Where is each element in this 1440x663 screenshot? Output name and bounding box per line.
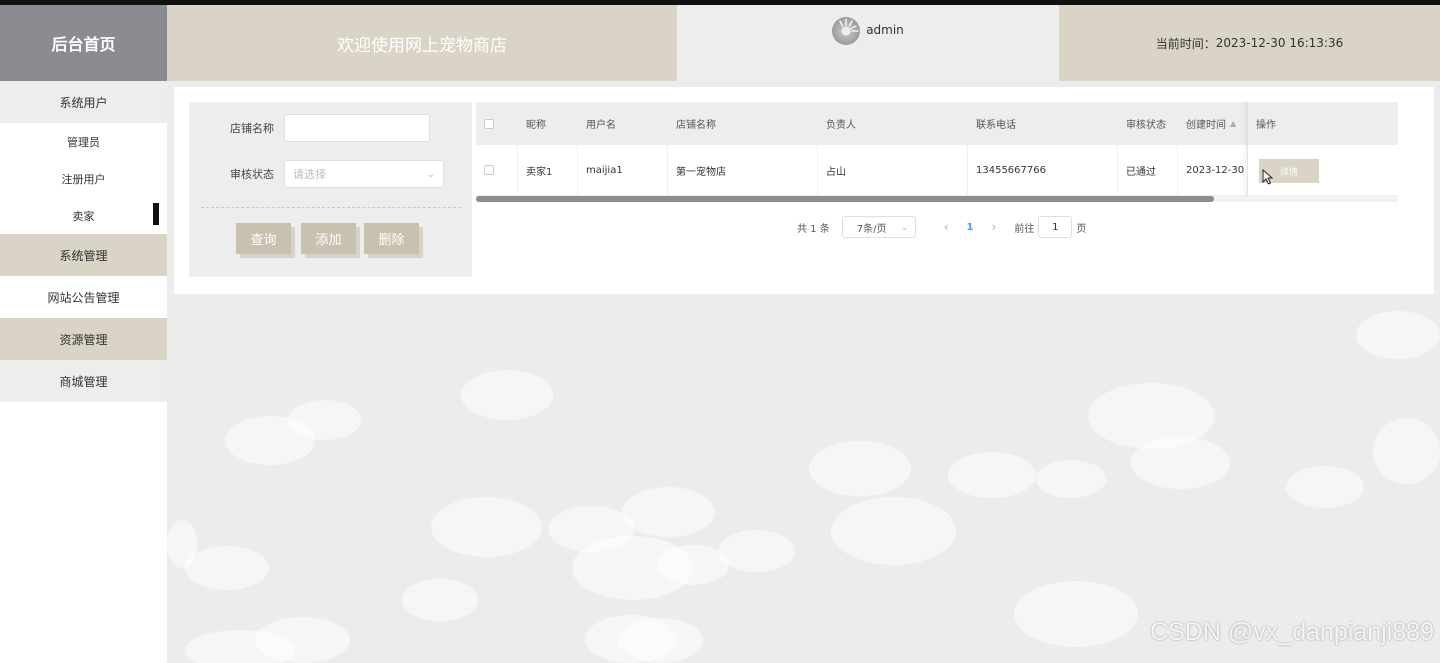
sidebar-group-system-management[interactable]: 系统管理 — [0, 234, 167, 276]
table-horizontal-scrollbar[interactable] — [476, 196, 1398, 202]
header-nickname: 昵称 — [526, 120, 546, 131]
sidebar-group-notice-management[interactable]: 网站公告管理 — [0, 276, 167, 318]
sidebar-item-admin[interactable]: 管理员 — [0, 123, 167, 160]
brand-home-title[interactable]: 后台首页 — [0, 5, 167, 81]
checkbox-icon[interactable] — [484, 165, 494, 175]
sidebar-item-seller[interactable]: 卖家 — [0, 197, 167, 234]
query-button[interactable]: 查询 — [236, 223, 291, 254]
chevron-down-icon: ⌄ — [900, 221, 909, 233]
sidebar-item-registered-users[interactable]: 注册用户 — [0, 160, 167, 197]
welcome-banner: 欢迎使用网上宠物商店 — [167, 5, 677, 81]
add-button[interactable]: 添加 — [301, 223, 356, 254]
header-shop-name: 店铺名称 — [676, 120, 716, 131]
watermark: CSDN @vx_danpianji889 — [1150, 618, 1434, 646]
pagination-total: 共 1 条 — [797, 223, 830, 235]
sidebar: 系统用户 管理员 注册用户 卖家 系统管理 网站公告管理 资源管理 商城管理 — [0, 81, 167, 663]
cell-nickname: 卖家1 — [518, 145, 578, 195]
mouse-cursor-icon — [1262, 169, 1274, 185]
page-size-value: 7条/页 — [856, 223, 887, 235]
time-value: 2023-12-30 16:13:36 — [1215, 36, 1344, 50]
header-created-time[interactable]: 创建时间 ▲︎ — [1178, 102, 1248, 145]
cell-status: 已通过 — [1118, 145, 1178, 195]
status-label: 审核状态 — [230, 168, 274, 181]
page-suffix-label: 页 — [1076, 223, 1087, 235]
shop-name-input[interactable] — [284, 114, 430, 142]
status-row: 审核状态 请选择 ⌄ — [189, 160, 444, 188]
scrollbar-thumb[interactable] — [476, 196, 1214, 202]
shop-name-row: 店铺名称 — [189, 114, 430, 142]
row-select[interactable] — [476, 145, 518, 195]
sidebar-group-resource-management[interactable]: 资源管理 — [0, 318, 167, 360]
current-time: 当前时间： 2023-12-30 16:13:36 — [1059, 5, 1440, 81]
status-select-placeholder: 请选择 — [293, 168, 326, 181]
header-status: 审核状态 — [1126, 120, 1166, 131]
status-select[interactable]: 请选择 ⌄ — [284, 160, 444, 188]
created-time-label: 创建时间 — [1186, 120, 1226, 131]
sort-icon[interactable]: ▲︎ — [1230, 119, 1236, 128]
header-username: 用户名 — [586, 120, 616, 131]
goto-label: 前往 — [1014, 223, 1035, 235]
delete-button[interactable]: 删除 — [364, 223, 419, 254]
chevron-down-icon: ⌄ — [426, 168, 435, 180]
username-label[interactable]: admin — [866, 23, 904, 37]
search-form: 店铺名称 审核状态 请选择 ⌄ 查询 添加 删除 — [189, 102, 472, 277]
prev-page-icon[interactable]: ‹ — [944, 220, 949, 234]
cell-phone: 13455667766 — [968, 145, 1118, 195]
cell-owner: 占山 — [818, 145, 968, 195]
next-page-icon[interactable]: › — [992, 220, 997, 234]
form-divider — [201, 207, 461, 208]
header-select-all[interactable] — [476, 102, 518, 145]
main-content-panel: 店铺名称 审核状态 请选择 ⌄ 查询 添加 删除 昵称 用户名 店铺名称 负责人… — [174, 87, 1434, 294]
sidebar-group-system-users[interactable]: 系统用户 — [0, 81, 167, 123]
header-owner: 负责人 — [826, 120, 856, 131]
cell-username: maijia1 — [578, 145, 668, 195]
shop-name-label: 店铺名称 — [230, 122, 274, 135]
cell-shop-name: 第一宠物店 — [668, 145, 818, 195]
time-label: 当前时间： — [1155, 36, 1216, 51]
page-number-current[interactable]: 1 — [967, 222, 974, 233]
header-phone: 联系电话 — [976, 120, 1016, 131]
goto-page-input[interactable] — [1038, 216, 1073, 238]
cell-created-time: 2023-12-30 1 — [1178, 145, 1248, 195]
pagination: 共 1 条 7条/页 ⌄ ‹ 1 › 前往 页 — [797, 215, 1086, 239]
user-info: admin — [677, 5, 1059, 81]
user-avatar-icon[interactable] — [832, 17, 861, 45]
seller-table: 昵称 用户名 店铺名称 负责人 联系电话 审核状态 创建时间 ▲︎ 操作 卖家1… — [476, 102, 1398, 202]
checkbox-icon[interactable] — [484, 118, 494, 129]
page-size-select[interactable]: 7条/页 ⌄ — [841, 216, 916, 238]
sidebar-group-mall-management[interactable]: 商城管理 — [0, 360, 167, 402]
